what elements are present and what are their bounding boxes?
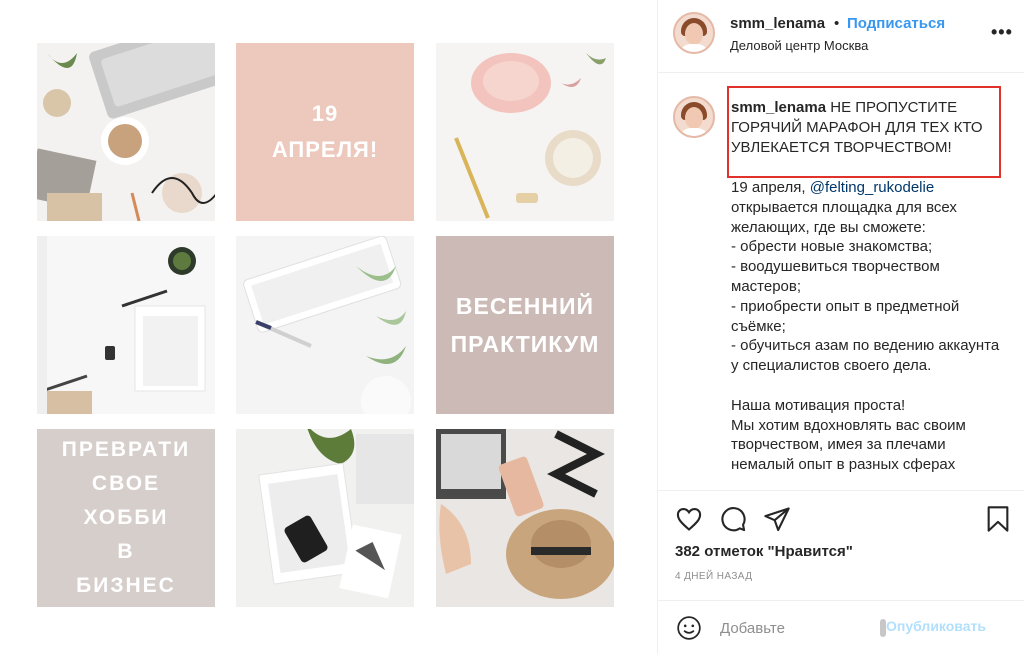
post-timestamp[interactable]: 4 ДНЕЙ НАЗАД xyxy=(675,571,752,582)
caption-username[interactable]: smm_lenama xyxy=(731,99,826,116)
publish-button[interactable]: Опубликовать xyxy=(886,618,986,634)
post-actions: 382 отметок "Нравится" 4 ДНЕЙ НАЗАД xyxy=(658,490,1024,600)
hat-illustration xyxy=(436,429,614,599)
post-details-panel: smm_lenama • Подписаться Деловой центр М… xyxy=(657,0,1024,654)
bookmark-icon[interactable] xyxy=(985,505,1011,533)
desk-coffee-illustration xyxy=(37,43,215,221)
caption-avatar[interactable] xyxy=(673,96,715,138)
caption-heading: smm_lenama НЕ ПРОПУСТИТЕ ГОРЯЧИЙ МАРАФОН… xyxy=(731,98,996,158)
grid-tile-notebook xyxy=(37,236,215,414)
avatar-shirt xyxy=(679,128,709,136)
tile-hobby-text: ПРЕВРАТИ СВОЕ ХОББИ В БИЗНЕС xyxy=(61,438,191,597)
emoji-icon[interactable] xyxy=(676,615,702,641)
post-header: smm_lenama • Подписаться Деловой центр М… xyxy=(658,0,1024,73)
likes-count[interactable]: 382 отметок "Нравится" xyxy=(675,543,853,560)
grid-tile-keyboard xyxy=(236,236,414,414)
grid-tile-pink-plate xyxy=(436,43,614,221)
grid-tile-desk-coffee xyxy=(37,43,215,221)
share-icon[interactable] xyxy=(763,505,791,533)
pink-plate-illustration xyxy=(454,53,606,219)
grid-tile-date: 19 АПРЕЛЯ! xyxy=(236,43,414,221)
instagram-post-modal: 19 АПРЕЛЯ! ВЕСЕННИЙ ПРАКТИКУМ ПРЕВРАТИ С… xyxy=(0,0,1024,654)
location-link[interactable]: Деловой центр Москва xyxy=(730,38,868,53)
avatar-face xyxy=(685,23,703,45)
grid-tile-hat xyxy=(436,429,614,607)
caption-body-text: открывается площадка для всех желающих, … xyxy=(731,198,1000,474)
caption-body: 19 апреля, @felting_rukodelie открываетс… xyxy=(731,178,1001,486)
post-image[interactable]: 19 АПРЕЛЯ! ВЕСЕННИЙ ПРАКТИКУМ ПРЕВРАТИ С… xyxy=(0,0,657,654)
grid-tile-hobby: ПРЕВРАТИ СВОЕ ХОББИ В БИЗНЕС xyxy=(37,429,215,607)
avatar-face xyxy=(685,107,703,129)
avatar-shirt xyxy=(679,44,709,52)
grid-tile-workshop: ВЕСЕННИЙ ПРАКТИКУМ xyxy=(436,236,614,414)
grid-tile-phone xyxy=(236,429,414,607)
mention-link[interactable]: @felting_rukodelie xyxy=(810,179,934,196)
header-username[interactable]: smm_lenama xyxy=(730,15,825,32)
add-comment-bar: Опубликовать xyxy=(658,600,1024,654)
tile-workshop-text: ВЕСЕННИЙ ПРАКТИКУМ xyxy=(450,293,600,357)
tile-date-text: 19 АПРЕЛЯ! xyxy=(271,101,379,162)
avatar[interactable] xyxy=(673,12,715,54)
comment-icon[interactable] xyxy=(719,505,747,533)
notebook-illustration xyxy=(37,236,206,414)
keyboard-illustration xyxy=(243,236,411,414)
heart-icon[interactable] xyxy=(675,505,703,533)
follow-button[interactable]: Подписаться xyxy=(847,15,945,32)
more-options-icon[interactable]: ••• xyxy=(991,22,1013,43)
phone-illustration xyxy=(258,429,414,599)
caption-body-prefix: 19 апреля, xyxy=(731,179,810,196)
header-separator: • xyxy=(834,15,840,32)
